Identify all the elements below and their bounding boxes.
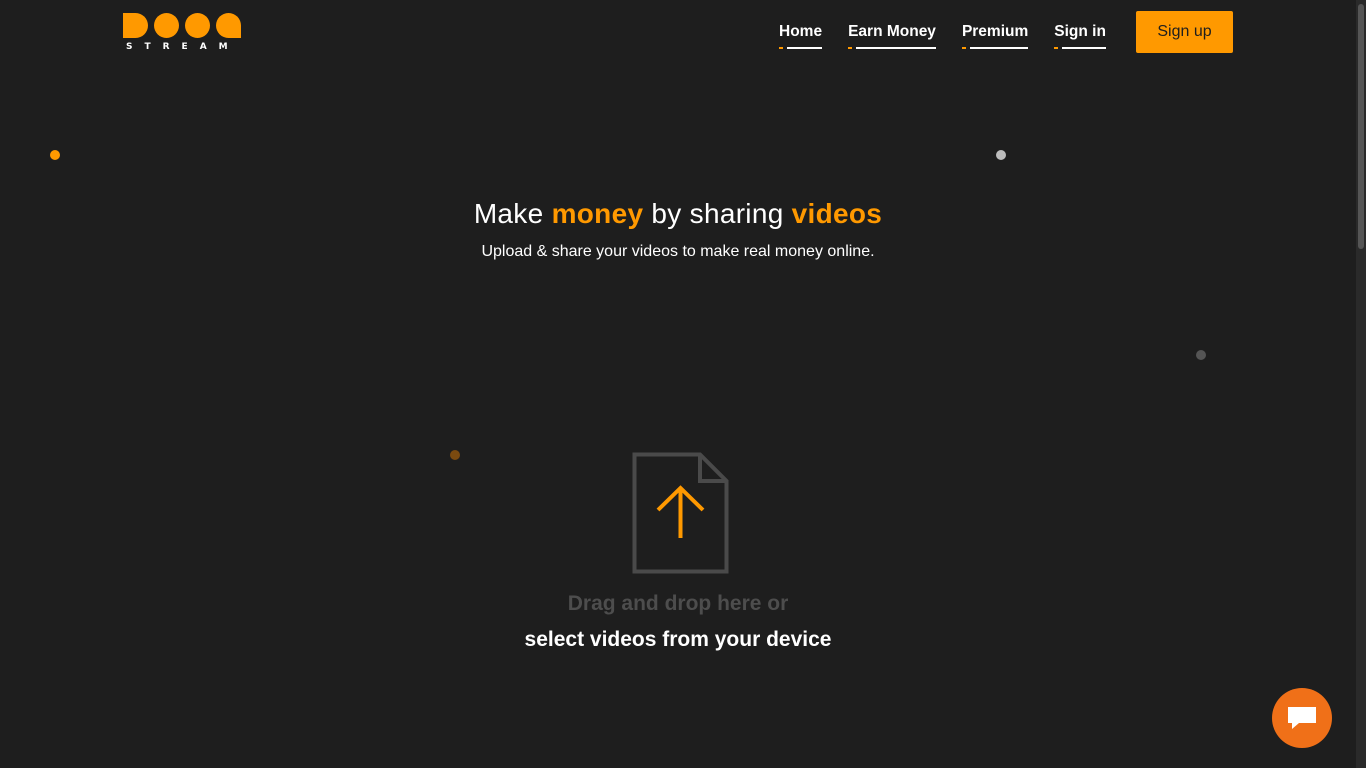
decorative-dot bbox=[996, 150, 1006, 160]
drag-drop-text: Drag and drop here or bbox=[567, 592, 789, 615]
page: STREAM Home Earn Money Premium Sign in S… bbox=[0, 0, 1366, 768]
logo-mark bbox=[123, 13, 243, 39]
hero-title-part: Make bbox=[473, 198, 552, 229]
signup-button[interactable]: Sign up bbox=[1136, 11, 1233, 53]
decorative-dot bbox=[450, 450, 460, 460]
scrollbar-thumb[interactable] bbox=[1358, 4, 1364, 249]
logo-o-shape bbox=[185, 13, 210, 38]
file-upload-icon[interactable] bbox=[632, 452, 729, 574]
nav-earn-money[interactable]: Earn Money bbox=[848, 22, 936, 49]
select-videos-link[interactable]: select videos from your device bbox=[0, 628, 1356, 652]
page-scrollbar[interactable] bbox=[1356, 0, 1366, 768]
hero-title-accent-money: money bbox=[551, 198, 644, 229]
decorative-dot bbox=[50, 150, 60, 160]
logo-d-shape bbox=[123, 13, 148, 38]
doodstream-logo[interactable]: STREAM bbox=[123, 13, 243, 53]
main-nav: Home Earn Money Premium Sign in bbox=[779, 22, 1106, 49]
hero-subtitle: Upload & share your videos to make real … bbox=[481, 243, 875, 260]
nav-sign-in[interactable]: Sign in bbox=[1054, 22, 1106, 49]
hero-title: Make money by sharing videos bbox=[0, 198, 1356, 230]
logo-o-shape bbox=[154, 13, 179, 38]
file-upload-icon-svg bbox=[632, 452, 729, 574]
logo-text: STREAM bbox=[126, 42, 240, 52]
nav-premium[interactable]: Premium bbox=[961, 22, 1029, 49]
chat-button[interactable] bbox=[1272, 688, 1332, 748]
chat-bubble-icon bbox=[1288, 707, 1316, 729]
hero-title-part: by sharing bbox=[643, 198, 792, 229]
decorative-dot bbox=[1196, 350, 1206, 360]
nav-home[interactable]: Home bbox=[779, 22, 823, 49]
hero-title-accent-videos: videos bbox=[791, 198, 883, 229]
logo-q-shape bbox=[216, 13, 241, 38]
